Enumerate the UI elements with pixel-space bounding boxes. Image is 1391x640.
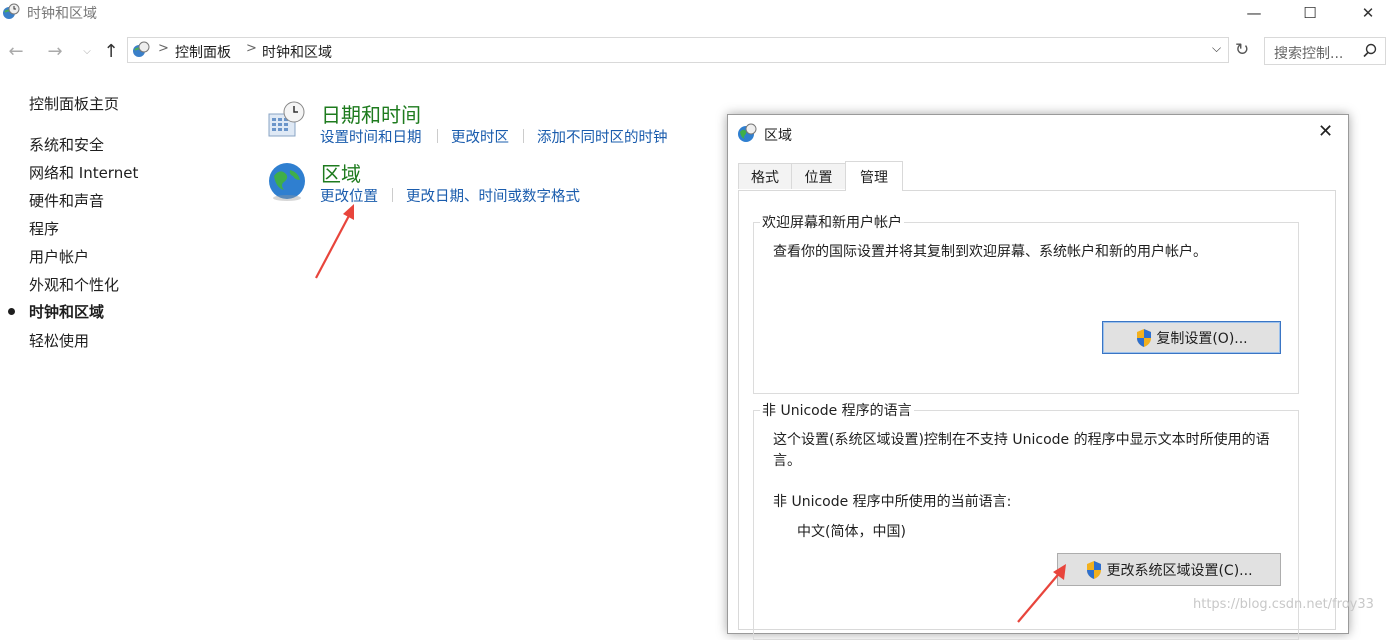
maximize-button[interactable]: ☐ bbox=[1287, 0, 1333, 26]
non-unicode-group-text: 这个设置(系统区域设置)控制在不支持 Unicode 的程序中显示文本时所使用的… bbox=[773, 432, 1270, 469]
forward-button[interactable]: → bbox=[44, 38, 66, 64]
control-panel-icon bbox=[133, 41, 150, 57]
tab-administrative[interactable]: 管理 bbox=[845, 161, 903, 191]
change-system-locale-label: 更改系统区域设置(C)... bbox=[1106, 562, 1253, 579]
welcome-group-label: 欢迎屏幕和新用户帐户 bbox=[760, 212, 904, 232]
current-item-bullet bbox=[8, 308, 15, 315]
chevron-right-icon: > bbox=[246, 41, 257, 56]
close-window-button[interactable]: ✕ bbox=[1345, 0, 1391, 26]
tab-panel: 欢迎屏幕和新用户帐户 查看你的国际设置并将其复制到欢迎屏幕、系统帐户和新的用户帐… bbox=[738, 190, 1336, 640]
set-time-date-link[interactable]: 设置时间和日期 bbox=[320, 126, 422, 147]
link-divider bbox=[392, 188, 393, 202]
recent-locations-button[interactable]: ⌵ bbox=[76, 38, 98, 64]
dialog-title: 区域 bbox=[764, 128, 792, 144]
tab-location[interactable]: 位置 bbox=[791, 163, 846, 189]
change-timezone-link[interactable]: 更改时区 bbox=[451, 126, 509, 147]
link-divider bbox=[523, 129, 524, 143]
change-location-link[interactable]: 更改位置 bbox=[320, 185, 378, 206]
chevron-down-icon[interactable]: ⌵ bbox=[1212, 41, 1221, 56]
minimize-button[interactable]: — bbox=[1231, 0, 1277, 26]
title-bar: 时钟和区域 — ☐ ✕ bbox=[0, 0, 1391, 30]
change-system-locale-button[interactable]: 更改系统区域设置(C)... bbox=[1057, 553, 1281, 586]
current-language-label: 非 Unicode 程序中所使用的当前语言: bbox=[773, 494, 1012, 510]
sidebar-item-appearance[interactable]: 外观和个性化 bbox=[29, 274, 119, 295]
search-input[interactable]: 搜索控制... bbox=[1274, 43, 1343, 63]
copy-settings-label: 复制设置(O)... bbox=[1156, 330, 1248, 347]
welcome-group-text: 查看你的国际设置并将其复制到欢迎屏幕、系统帐户和新的用户帐户。 bbox=[773, 244, 1207, 260]
globe-icon bbox=[269, 163, 305, 201]
region-title[interactable]: 区域 bbox=[321, 158, 361, 187]
add-clocks-link[interactable]: 添加不同时区的时钟 bbox=[537, 126, 668, 147]
sidebar-item-programs[interactable]: 程序 bbox=[29, 218, 59, 239]
sidebar-item-ease-of-access[interactable]: 轻松使用 bbox=[29, 330, 89, 351]
link-divider bbox=[437, 129, 438, 143]
current-language-value: 中文(简体，中国) bbox=[797, 524, 906, 540]
globe-icon bbox=[738, 123, 757, 142]
search-box[interactable]: 搜索控制... bbox=[1264, 37, 1386, 65]
refresh-icon[interactable]: ↻ bbox=[1235, 40, 1249, 60]
tab-format[interactable]: 格式 bbox=[738, 163, 792, 189]
change-formats-link[interactable]: 更改日期、时间或数字格式 bbox=[406, 185, 580, 206]
dialog-close-button[interactable]: ✕ bbox=[1318, 121, 1333, 142]
breadcrumb-control-panel[interactable]: 控制面板 bbox=[175, 42, 231, 62]
back-button[interactable]: ← bbox=[5, 38, 27, 64]
control-panel-home-link[interactable]: 控制面板主页 bbox=[29, 93, 119, 114]
sidebar-item-system-security[interactable]: 系统和安全 bbox=[29, 134, 104, 155]
search-icon[interactable] bbox=[1362, 43, 1378, 59]
watermark: https://blog.csdn.net/froy33 bbox=[1193, 597, 1374, 612]
address-bar[interactable]: > 控制面板 > 时钟和区域 ⌵ bbox=[127, 37, 1229, 63]
annotation-arrow bbox=[315, 204, 354, 279]
region-dialog: 区域 ✕ 格式 位置 管理 欢迎屏幕和新用户帐户 查看你的国际设置并将其复制到欢… bbox=[727, 114, 1349, 640]
breadcrumb-clock-region[interactable]: 时钟和区域 bbox=[262, 42, 332, 62]
up-button[interactable]: ↑ bbox=[100, 38, 122, 64]
clock-globe-icon bbox=[3, 3, 20, 19]
sidebar-item-clock-region[interactable]: 时钟和区域 bbox=[29, 301, 104, 322]
date-time-icon bbox=[268, 101, 305, 137]
sidebar-item-network[interactable]: 网络和 Internet bbox=[29, 162, 138, 183]
uac-shield-icon bbox=[1137, 328, 1152, 347]
copy-settings-button[interactable]: 复制设置(O)... bbox=[1102, 321, 1281, 354]
chevron-right-icon: > bbox=[158, 41, 169, 56]
uac-shield-icon bbox=[1087, 560, 1102, 579]
sidebar-item-user-accounts[interactable]: 用户帐户 bbox=[29, 246, 89, 267]
date-time-title[interactable]: 日期和时间 bbox=[321, 99, 421, 128]
sidebar-item-hardware-sound[interactable]: 硬件和声音 bbox=[29, 190, 104, 211]
window-title: 时钟和区域 bbox=[27, 6, 97, 22]
non-unicode-group-label: 非 Unicode 程序的语言 bbox=[760, 400, 914, 420]
